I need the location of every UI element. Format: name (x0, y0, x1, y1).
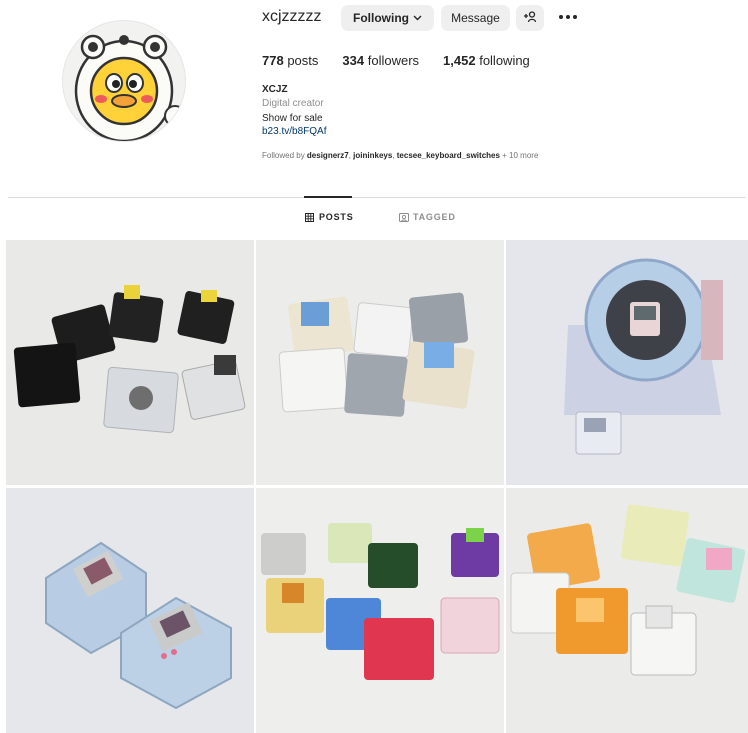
tab-posts[interactable]: POSTS (305, 212, 354, 222)
post-image (256, 488, 504, 733)
post-thumbnail[interactable] (6, 488, 254, 733)
message-button[interactable]: Message (441, 5, 510, 31)
post-thumbnail[interactable] (6, 240, 254, 485)
tab-posts-label: POSTS (319, 212, 354, 222)
chevron-down-icon (413, 13, 422, 23)
following-stat[interactable]: 1,452 following (443, 53, 530, 68)
post-thumbnail[interactable] (506, 240, 748, 485)
tag-icon (399, 212, 409, 222)
followed-by-user: joininkeys (353, 151, 393, 160)
following-button[interactable]: Following (341, 5, 434, 31)
tabs-divider (8, 197, 746, 198)
profile-username: xcjzzzzz (262, 8, 322, 25)
followers-stat[interactable]: 334 followers (342, 53, 419, 68)
followed-by[interactable]: Followed by designerz7, joininkeys, tecs… (262, 151, 538, 160)
followers-count: 334 (342, 53, 365, 68)
following-stat-label: following (479, 53, 530, 68)
profile-bio: Show for sale (262, 113, 323, 124)
post-image (506, 240, 748, 485)
post-image (6, 240, 254, 485)
post-image (6, 488, 254, 733)
profile-category: Digital creator (262, 98, 324, 109)
followed-by-user: designerz7 (306, 151, 349, 160)
followed-by-prefix: Followed by (262, 151, 307, 160)
following-count: 1,452 (443, 53, 476, 68)
followers-label: followers (367, 53, 420, 68)
add-user-icon (523, 10, 537, 26)
post-image (256, 240, 504, 485)
posts-label: posts (287, 53, 319, 68)
profile-stats: 778 posts 334 followers 1,452 following (262, 53, 554, 68)
active-tab-indicator (304, 196, 352, 198)
tab-tagged-label: TAGGED (413, 212, 456, 222)
profile-avatar[interactable] (62, 20, 186, 142)
followed-by-user: tecsee_keyboard_switches (396, 151, 500, 160)
post-image (506, 488, 748, 733)
tab-tagged[interactable]: TAGGED (399, 212, 456, 222)
profile-full-name: XCJZ (262, 84, 288, 95)
more-options-icon[interactable] (556, 6, 580, 28)
add-user-button[interactable] (516, 5, 544, 31)
following-button-label: Following (353, 11, 409, 25)
post-thumbnail[interactable] (506, 488, 748, 733)
posts-stat: 778 posts (262, 53, 318, 68)
posts-count: 778 (262, 53, 284, 68)
post-thumbnail[interactable] (256, 488, 504, 733)
grid-icon (305, 212, 314, 222)
post-thumbnail[interactable] (256, 240, 504, 485)
followed-by-suffix: + 10 more (499, 151, 539, 160)
profile-link[interactable]: b23.tv/b8FQAf (262, 126, 326, 137)
